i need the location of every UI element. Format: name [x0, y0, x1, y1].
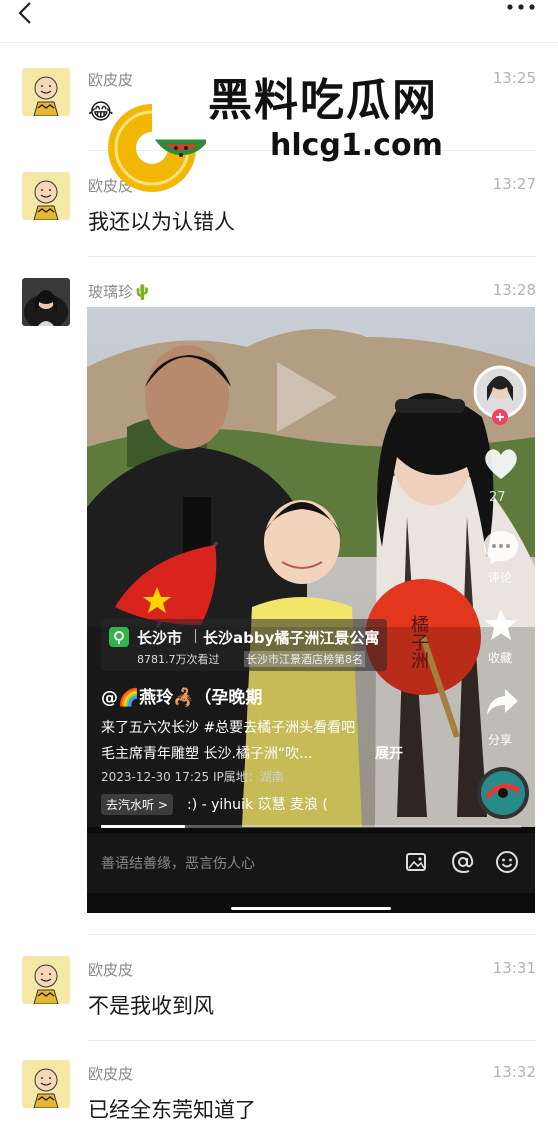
share-label: 分享 — [488, 733, 513, 747]
favorite-label: 收藏 — [488, 651, 513, 665]
location-rank: 长沙市江景酒店榜第8名 — [244, 651, 365, 667]
sender-name: 欧皮皮 — [88, 961, 134, 979]
author-avatar-icon[interactable] — [473, 365, 527, 425]
message-4: 欧皮皮 13:31 不是我收到风 — [0, 954, 558, 1034]
location-views: 8781.7万次看过 — [137, 653, 220, 666]
comment-icon[interactable] — [482, 529, 520, 565]
avatar[interactable] — [22, 278, 70, 326]
message-time: 13:25 — [492, 69, 536, 87]
music-title: :) - yihuik 苡慧 麦浪 ( — [187, 797, 328, 813]
message-time: 13:31 — [492, 959, 536, 977]
comment-label: 评论 — [488, 571, 513, 585]
home-indicator — [231, 907, 391, 910]
divider — [88, 256, 536, 257]
location-chip[interactable]: 长沙市 长沙abby橘子洲江景公寓 8781.7万次看过 长沙市江景酒店榜第8名 — [101, 619, 387, 671]
message-text: 我还以为认错人 — [88, 210, 235, 234]
top-bar — [0, 0, 558, 43]
emoji-icon[interactable] — [495, 850, 519, 874]
sender-name: 玻璃珍🌵 — [88, 283, 152, 301]
post-meta: 2023-12-30 17:25 IP属地：湖南 — [101, 770, 284, 784]
music-tag-button[interactable]: 去汽水听 > — [101, 794, 173, 815]
message-1: 欧皮皮 13:25 😂 — [0, 66, 558, 146]
chevron-left-icon[interactable] — [14, 2, 38, 26]
divider — [195, 629, 196, 643]
comment-input[interactable]: 善语结善缘，恶言伤人心 — [101, 853, 255, 873]
message-time: 13:32 — [492, 1063, 536, 1081]
fan-text: 橘子洲 — [408, 615, 429, 669]
message-text: 已经全东莞知道了 — [88, 1098, 256, 1122]
divider — [88, 934, 536, 935]
location-place: 长沙abby橘子洲江景公寓 — [203, 629, 380, 647]
divider — [88, 150, 536, 151]
expand-link[interactable]: 展开 — [375, 743, 403, 763]
comment-bar: 善语结善缘，恶言伤人心 — [87, 833, 535, 893]
music-disc-icon[interactable] — [477, 767, 529, 819]
video-card[interactable]: 27 评论 收藏 分享 长沙市 长沙abby橘子洲江景公寓 8781.7万次看过… — [87, 307, 535, 913]
divider — [88, 1040, 536, 1041]
share-icon[interactable] — [485, 687, 519, 719]
location-pin-icon — [109, 627, 129, 647]
avatar[interactable] — [22, 1060, 70, 1108]
progress-track[interactable] — [101, 825, 521, 828]
avatar[interactable] — [22, 172, 70, 220]
avatar[interactable] — [22, 68, 70, 116]
avatar[interactable] — [22, 956, 70, 1004]
message-time: 13:28 — [492, 281, 536, 299]
like-count: 27 — [489, 490, 506, 505]
star-icon[interactable] — [483, 607, 519, 643]
at-icon[interactable] — [451, 850, 475, 874]
message-2: 欧皮皮 13:27 我还以为认错人 — [0, 170, 558, 250]
ellipsis-icon[interactable] — [506, 4, 536, 10]
sender-name: 欧皮皮 — [88, 1065, 134, 1083]
sender-name: 欧皮皮 — [88, 71, 134, 89]
progress-fill — [101, 825, 185, 828]
caption-line-2: 毛主席青年雕塑 长沙.橘子洲“吹... — [101, 746, 313, 762]
image-icon[interactable] — [405, 851, 427, 873]
location-city: 长沙市 — [137, 629, 183, 647]
message-time: 13:27 — [492, 175, 536, 193]
message-text: 😂 — [88, 100, 114, 125]
message-text: 不是我收到风 — [88, 994, 214, 1018]
message-5: 欧皮皮 13:32 已经全东莞知道了 — [0, 1058, 558, 1125]
sender-name: 欧皮皮 — [88, 177, 134, 195]
heart-icon[interactable] — [483, 447, 519, 481]
caption-line-1: 来了五六次长沙 #总要去橘子洲头看看吧 — [101, 720, 356, 736]
author-name[interactable]: @🌈燕玲🦂（孕晚期 — [101, 683, 262, 708]
